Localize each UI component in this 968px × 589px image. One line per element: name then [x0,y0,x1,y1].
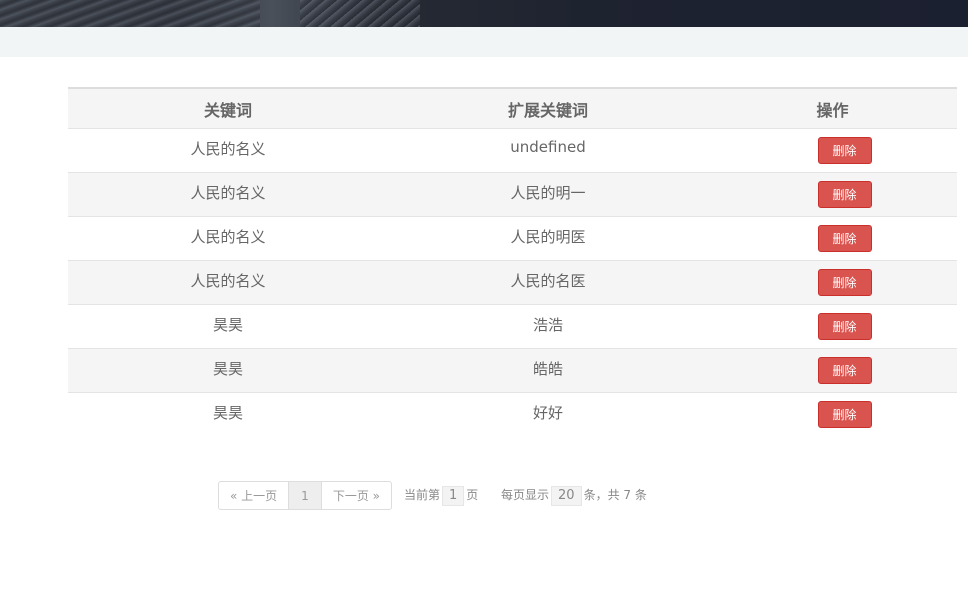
cell-keyword: 昊昊 [68,392,388,437]
cell-keyword: 人民的名义 [68,260,388,305]
table-row: 人民的名义 人民的名医 删除 [68,260,957,305]
cell-extended-keyword: undefined [388,128,708,173]
per-page-info: 每页显示 20 条，共 7 条 [501,484,647,506]
cell-extended-keyword: 人民的明一 [388,172,708,217]
delete-button[interactable]: 删除 [817,269,872,296]
current-page-suffix: 页 [466,488,479,502]
per-page-suffix: 条，共 7 条 [583,488,647,502]
delete-button[interactable]: 删除 [817,181,872,208]
delete-button[interactable]: 删除 [817,225,872,252]
keyword-table: 关键词 扩展关键词 操作 人民的名义 undefined 删除 人民的名义 人民… [68,87,957,437]
cell-extended-keyword: 人民的明医 [388,216,708,261]
current-page-prefix: 当前第 [404,488,441,502]
delete-button[interactable]: 删除 [817,357,872,384]
next-page-button[interactable]: 下一页 » [320,481,392,510]
cell-extended-keyword: 人民的名医 [388,260,708,305]
cell-action: 删除 [708,392,957,437]
per-page-value[interactable]: 20 [551,485,582,506]
cell-action: 删除 [708,172,957,217]
prev-page-button[interactable]: « 上一页 [218,481,290,510]
cell-keyword: 人民的名义 [68,216,388,261]
cell-keyword: 人民的名义 [68,172,388,217]
cell-keyword: 人民的名义 [68,128,388,173]
cell-action: 删除 [708,260,957,305]
current-page-info: 当前第 1 页 [404,484,478,506]
table-header-row: 关键词 扩展关键词 操作 [68,87,957,129]
cell-action: 删除 [708,304,957,349]
per-page-prefix: 每页显示 [501,488,550,502]
banner-mountain-shape [300,0,420,27]
table-row: 昊昊 浩浩 删除 [68,304,957,349]
cell-action: 删除 [708,128,957,173]
delete-button[interactable]: 删除 [817,313,872,340]
table-row: 人民的名义 人民的明医 删除 [68,216,957,261]
header-banner-image [0,0,968,27]
delete-button[interactable]: 删除 [817,401,872,428]
cell-action: 删除 [708,216,957,261]
cell-extended-keyword: 皓皓 [388,348,708,393]
cell-keyword: 昊昊 [68,348,388,393]
table-row: 人民的名义 人民的明一 删除 [68,172,957,217]
sub-header-bar [0,27,968,57]
header-extended-keyword: 扩展关键词 [388,87,708,129]
banner-mountain-shape [0,0,260,27]
header-keyword: 关键词 [68,87,388,129]
table-row: 昊昊 皓皓 删除 [68,348,957,393]
page-number-button[interactable]: 1 [288,481,322,510]
table-row: 人民的名义 undefined 删除 [68,128,957,173]
current-page-value: 1 [442,485,465,506]
table-row: 昊昊 好好 删除 [68,392,957,437]
cell-extended-keyword: 好好 [388,392,708,437]
pagination: « 上一页 1 下一页 » [218,481,392,510]
cell-action: 删除 [708,348,957,393]
cell-extended-keyword: 浩浩 [388,304,708,349]
cell-keyword: 昊昊 [68,304,388,349]
header-action: 操作 [708,87,957,129]
delete-button[interactable]: 删除 [817,137,872,164]
